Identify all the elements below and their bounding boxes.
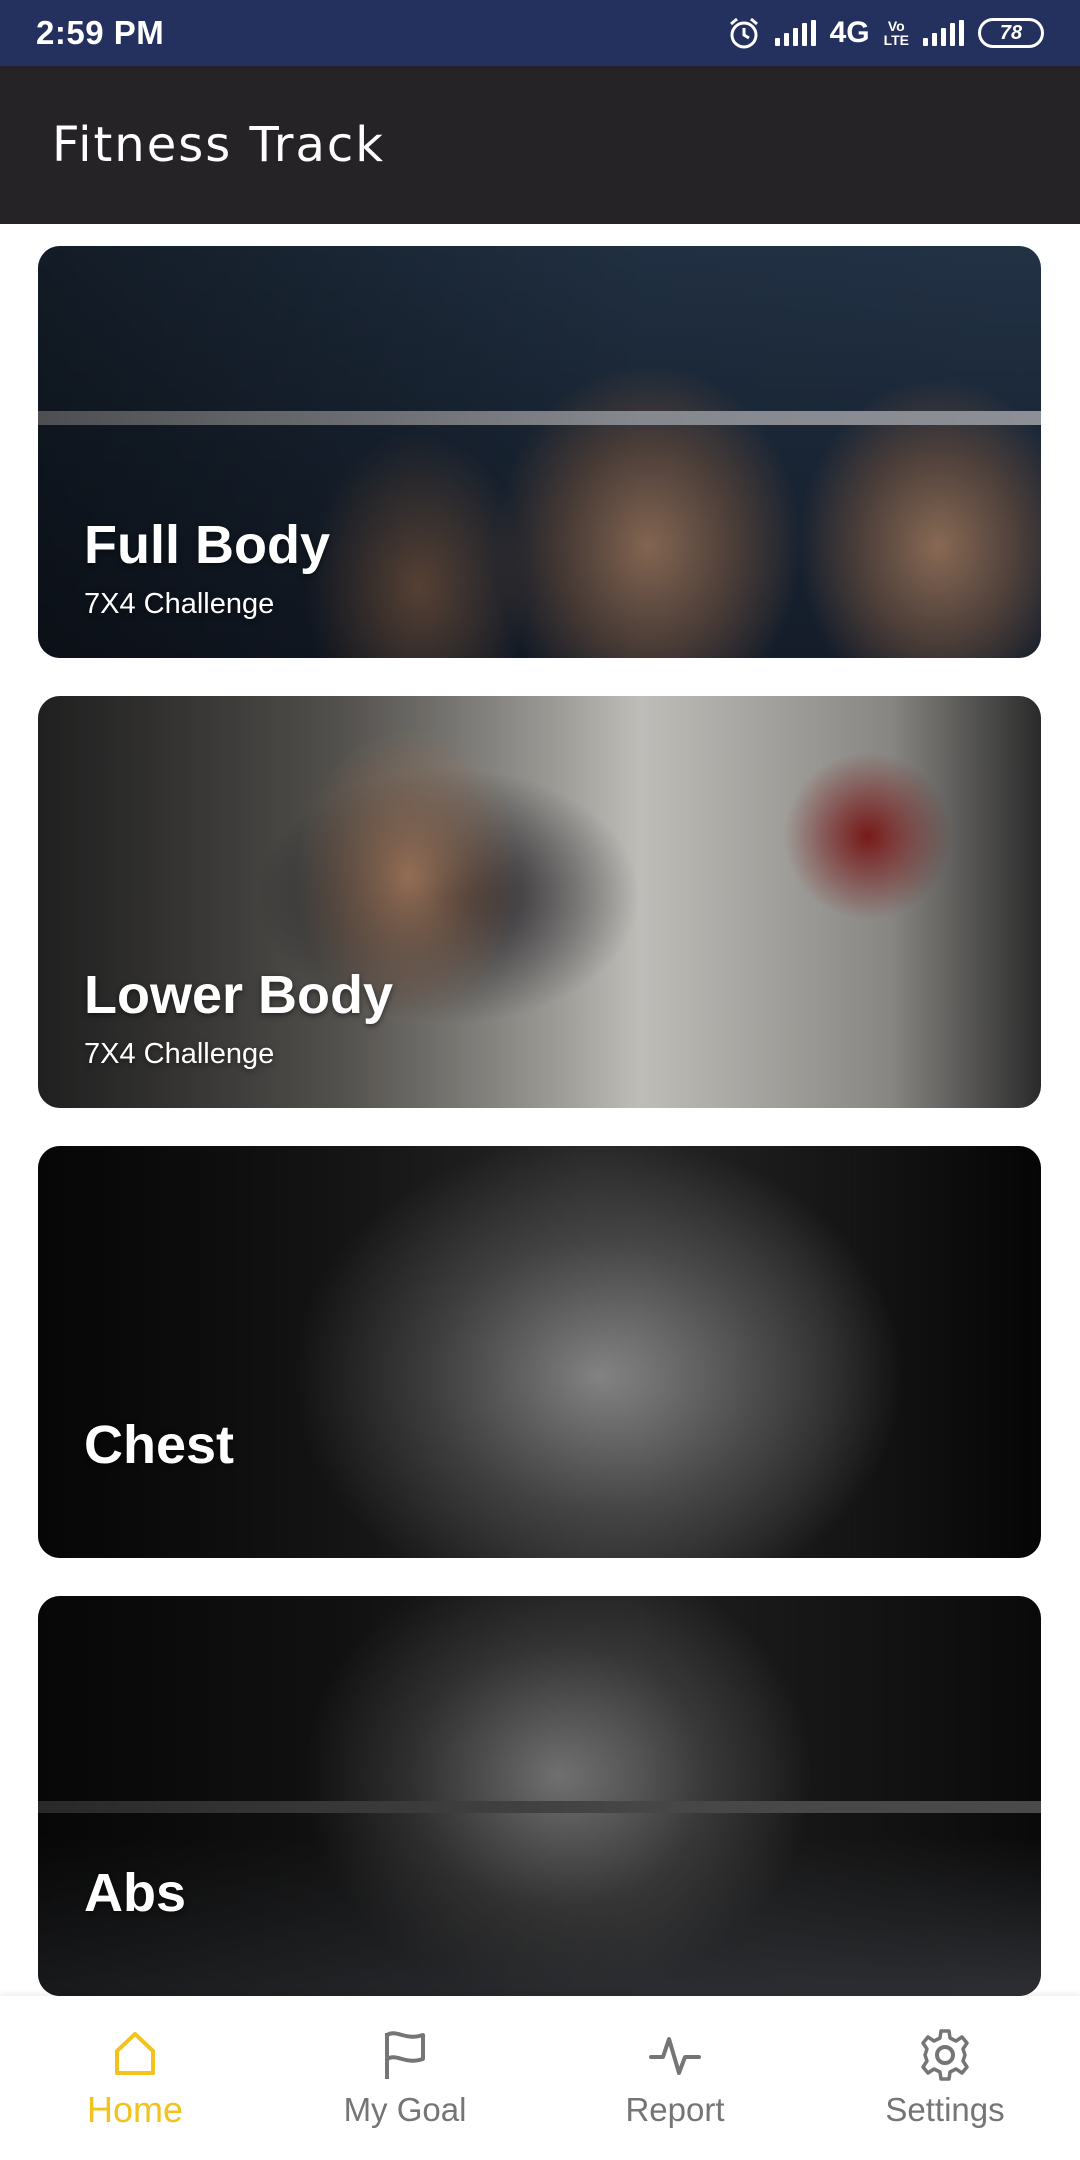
- card-subtitle: 7X4 Challenge: [84, 1038, 275, 1070]
- card-title: Chest: [84, 1415, 235, 1475]
- card-title: Abs: [84, 1863, 187, 1923]
- nav-item-my-goal[interactable]: My Goal: [270, 1996, 540, 2160]
- battery-level: 78: [999, 21, 1023, 44]
- card-title: Full Body: [84, 515, 330, 575]
- app-bar: Fitness Track: [0, 66, 1080, 224]
- card-overlay: [38, 1596, 1041, 1996]
- card-title: Lower Body: [84, 965, 394, 1025]
- network-type: 4G: [829, 16, 870, 49]
- app-title: Fitness Track: [52, 117, 386, 173]
- workout-card-full-body[interactable]: Full Body 7X4 Challenge: [38, 246, 1041, 658]
- nav-item-report[interactable]: Report: [540, 1996, 810, 2160]
- gear-icon: [921, 2029, 969, 2081]
- status-icons: 4G Vo LTE 78: [727, 16, 1044, 50]
- volte-top: Vo: [887, 18, 905, 34]
- nav-label-my-goal: My Goal: [343, 2091, 467, 2128]
- nav-label-settings: Settings: [885, 2091, 1005, 2128]
- status-bar: 2:59 PM 4G Vo LTE 78: [0, 0, 1080, 66]
- signal-icon-2: [923, 20, 964, 46]
- workout-card-abs[interactable]: Abs: [38, 1596, 1041, 1996]
- signal-icon: [774, 20, 816, 46]
- nav-item-home[interactable]: Home: [0, 1996, 270, 2160]
- volte-indicator: Vo LTE: [884, 19, 909, 47]
- home-icon: [115, 2032, 155, 2075]
- nav-item-settings[interactable]: Settings: [810, 1996, 1080, 2160]
- nav-label-report: Report: [625, 2091, 725, 2128]
- volte-bottom: LTE: [883, 32, 909, 48]
- card-subtitle: 7X4 Challenge: [84, 588, 275, 620]
- activity-icon: [649, 2037, 701, 2075]
- workout-card-chest[interactable]: Chest: [38, 1146, 1041, 1558]
- alarm-icon: [729, 17, 758, 49]
- status-time: 2:59 PM: [36, 14, 165, 51]
- battery-icon: 78: [978, 18, 1044, 48]
- card-overlay: [38, 1146, 1041, 1558]
- flag-icon: [385, 2031, 425, 2079]
- nav-label-home: Home: [86, 2089, 184, 2130]
- bottom-navigation: Home My Goal Report Settings: [0, 1996, 1080, 2160]
- workout-card-lower-body[interactable]: Lower Body 7X4 Challenge: [38, 696, 1041, 1108]
